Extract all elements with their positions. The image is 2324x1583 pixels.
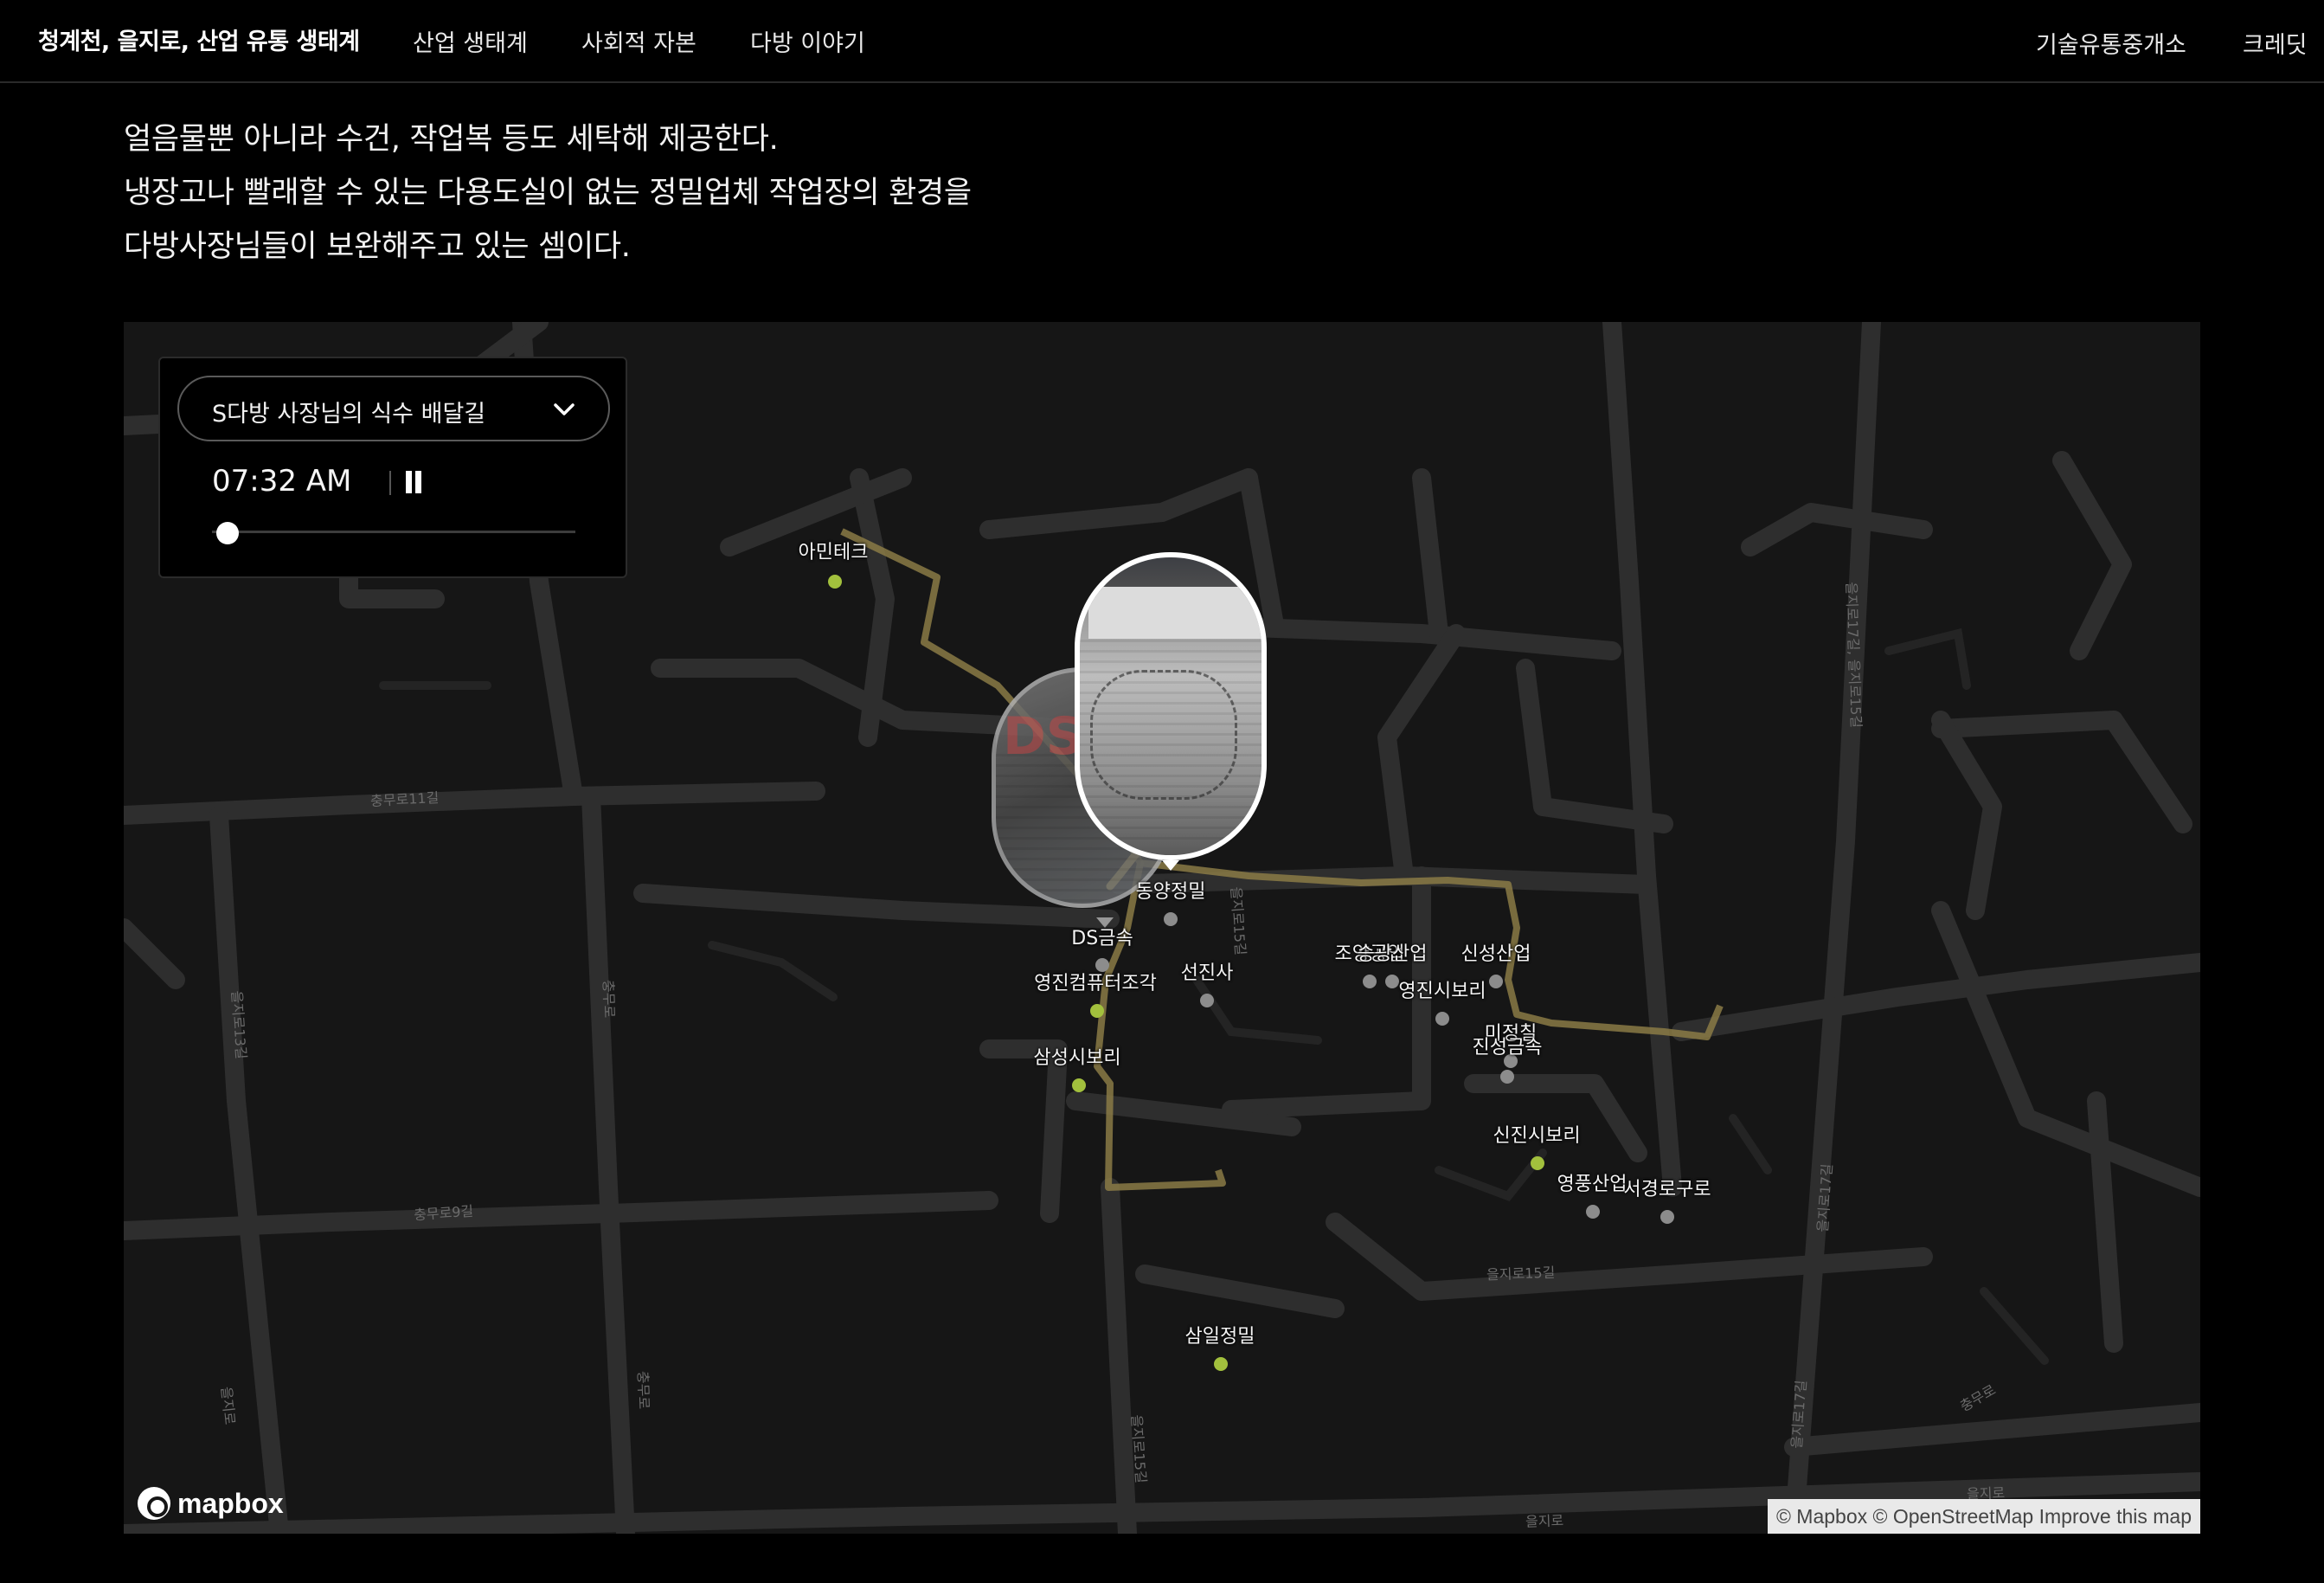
pin-label: 영풍산업 (1557, 1174, 1627, 1195)
map-pin[interactable] (1531, 1156, 1544, 1170)
map-view[interactable]: 충무로11길 충무로9길 충무로 을지로13길 을지로15길 을지로17길 을지… (124, 322, 2200, 1534)
site-title[interactable]: 청계천, 을지로, 산업 유통 생태계 (38, 23, 360, 56)
street-label: 충무로11길 (369, 788, 440, 810)
pin-label: DS금속 (1071, 928, 1133, 949)
nav-item-credits[interactable]: 크레딧 (2243, 26, 2308, 60)
photo-bubble-dongyang[interactable] (1075, 552, 1267, 860)
top-nav: 청계천, 을지로, 산업 유통 생태계 산업 생태계 사회적 자본 다방 이야기… (0, 0, 2324, 83)
timeline-slider-track[interactable] (212, 531, 575, 533)
map-pin[interactable] (828, 575, 842, 589)
mapbox-logo[interactable]: mapbox (138, 1487, 284, 1520)
mapbox-icon (138, 1487, 170, 1520)
map-pin[interactable] (1200, 994, 1214, 1007)
map-pin[interactable] (1435, 1012, 1449, 1026)
intro-line: 얼음물뿐 아니라 수건, 작업복 등도 세탁해 제공한다. (124, 122, 779, 157)
pause-icon[interactable] (404, 471, 423, 495)
shop-sign-image: DS (1003, 706, 1084, 767)
map-pin[interactable] (1489, 975, 1503, 988)
intro-line: 다방사장님들이 보완해주고 있는 셈이다. (124, 229, 631, 264)
intro-line: 냉장고나 빨래할 수 있는 다용도실이 없는 정밀업체 작업장의 환경을 (124, 176, 972, 210)
map-pin[interactable] (1090, 1004, 1104, 1018)
nav-item-dabang-story[interactable]: 다방 이야기 (750, 24, 865, 58)
pin-label: 영진시보리 (1398, 981, 1486, 1002)
map-attribution[interactable]: © Mapbox © OpenStreetMap Improve this ma… (1767, 1499, 2200, 1534)
map-pin[interactable] (1363, 975, 1377, 988)
street-label: 충무로9길 (413, 1202, 474, 1224)
map-pin[interactable] (1586, 1205, 1600, 1219)
pin-label: 삼일정밀 (1184, 1326, 1255, 1348)
street-label: 충무로 (634, 1370, 652, 1410)
map-pin[interactable] (1072, 1078, 1086, 1092)
playback-time: 07:32 AM (212, 464, 352, 499)
map-pin[interactable] (1385, 975, 1399, 988)
map-pin[interactable] (1660, 1210, 1674, 1224)
pin-label: 진성금속 (1472, 1037, 1543, 1059)
street-label: 을지로 (217, 1386, 239, 1426)
pin-label: 영진컴퓨터조각 (1034, 973, 1157, 994)
nav-item-industry[interactable]: 산업 생태계 (413, 24, 528, 58)
shop-sign-image (1088, 587, 1262, 639)
route-select[interactable]: S다방 사장님의 식수 배달길 (177, 376, 610, 441)
pin-label: 삼성시보리 (1033, 1047, 1121, 1069)
divider (389, 471, 391, 495)
route-select-value: S다방 사장님의 식수 배달길 (212, 401, 486, 428)
pin-label: 서경로구로 (1623, 1179, 1711, 1200)
pin-label: 신성산업 (1461, 943, 1531, 965)
pin-label: 아민테크 (798, 542, 869, 563)
nav-item-social-capital[interactable]: 사회적 자본 (581, 24, 697, 58)
mapbox-wordmark: mapbox (177, 1487, 284, 1519)
map-pin[interactable] (1500, 1070, 1514, 1084)
street-label: 을지로15길 (1486, 1264, 1556, 1284)
route-control-panel: S다방 사장님의 식수 배달길 07:32 AM (158, 357, 627, 578)
street-label: 충무로 (600, 979, 618, 1019)
timeline-slider-thumb[interactable] (216, 522, 239, 544)
pin-label: 승광산업 (1357, 943, 1428, 965)
nav-item-tech-broker[interactable]: 기술유통중개소 (2036, 26, 2186, 60)
pin-label: 선진사 (1180, 962, 1234, 984)
street-label: 을지로 (1525, 1512, 1564, 1530)
bubble-tail (1162, 860, 1179, 871)
map-pin[interactable] (1214, 1357, 1228, 1371)
pin-label: 신진시보리 (1493, 1125, 1581, 1147)
map-pin[interactable] (1164, 912, 1178, 926)
pin-label: 동양정밀 (1135, 881, 1206, 903)
graffiti-image (1090, 670, 1237, 800)
intro-text: 얼음물뿐 아니라 수건, 작업복 등도 세탁해 제공한다. 냉장고나 빨래할 수… (124, 113, 972, 273)
chevron-down-icon (554, 403, 575, 415)
